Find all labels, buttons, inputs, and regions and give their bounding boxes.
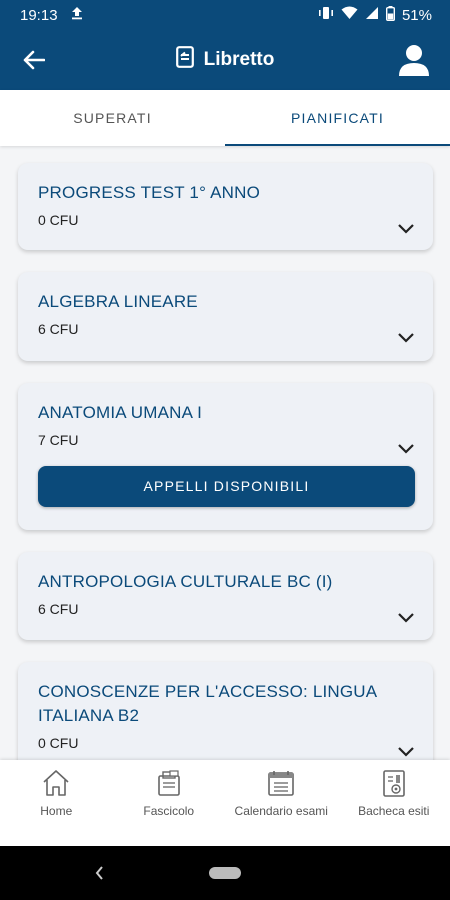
course-title: ANATOMIA UMANA I [38, 403, 203, 422]
course-cfu: 0 CFU [38, 212, 79, 228]
course-title: ANTROPOLOGIA CULTURALE BC (I) [38, 572, 333, 591]
appelli-disponibili-button[interactable]: APPELLI DISPONIBILI [38, 466, 415, 507]
course-cfu: 0 CFU [38, 735, 79, 751]
course-card[interactable]: ANTROPOLOGIA CULTURALE BC (I) 6 CFU [18, 552, 433, 640]
results-board-icon [382, 770, 405, 797]
course-card[interactable]: CONOSCENZE PER L'ACCESSO: LINGUA ITALIAN… [18, 662, 433, 760]
chevron-down-icon[interactable] [397, 612, 415, 624]
course-cfu: 7 CFU [38, 432, 79, 448]
course-card[interactable]: ALGEBRA LINEARE 6 CFU [18, 272, 433, 361]
course-card[interactable]: ANATOMIA UMANA I 7 CFU APPELLI DISPONIBI… [18, 383, 433, 530]
status-bar: 19:13 51% [0, 0, 450, 30]
back-button[interactable] [18, 44, 50, 76]
system-nav-bar [0, 846, 450, 900]
course-cfu: 6 CFU [38, 601, 79, 617]
course-cfu: 6 CFU [38, 321, 79, 337]
nav-home[interactable]: Home [0, 760, 113, 846]
nav-fascicolo-label: Fascicolo [143, 804, 195, 818]
app-bar: Libretto [0, 30, 450, 90]
course-list: PROGRESS TEST 1° ANNO 0 CFU ALGEBRA LINE… [0, 146, 450, 760]
nav-fascicolo[interactable]: Fascicolo [113, 760, 226, 846]
chevron-down-icon[interactable] [397, 332, 415, 344]
tab-pianificati[interactable]: PIANIFICATI [225, 90, 450, 146]
battery-percent: 51% [401, 6, 432, 24]
chevron-down-icon[interactable] [397, 746, 415, 758]
booklet-icon [175, 46, 194, 74]
chevron-down-icon[interactable] [397, 223, 415, 235]
folder-icon [157, 770, 180, 796]
course-card[interactable]: PROGRESS TEST 1° ANNO 0 CFU [18, 163, 433, 250]
course-title: PROGRESS TEST 1° ANNO [38, 183, 260, 202]
vibrate-icon [318, 6, 334, 24]
nav-bacheca-label: Bacheca esiti [358, 804, 430, 818]
system-home-button[interactable] [209, 867, 241, 879]
course-title: CONOSCENZE PER L'ACCESSO: LINGUA ITALIAN… [38, 682, 377, 725]
page-title: Libretto [203, 49, 275, 70]
wifi-icon [341, 6, 358, 24]
nav-home-label: Home [40, 804, 73, 818]
profile-button[interactable] [396, 42, 432, 78]
nav-bacheca-esiti[interactable]: Bacheca esiti [338, 760, 450, 846]
system-back-icon[interactable] [93, 864, 105, 882]
arrow-left-icon [23, 50, 45, 70]
course-title: ALGEBRA LINEARE [38, 292, 198, 311]
nav-calendario-label: Calendario esami [234, 804, 328, 818]
tab-superati[interactable]: SUPERATI [0, 90, 225, 146]
signal-icon [365, 6, 379, 24]
status-time: 19:13 [20, 6, 58, 24]
chevron-down-icon[interactable] [397, 443, 415, 455]
tab-bar: SUPERATI PIANIFICATI [0, 90, 450, 146]
home-icon [43, 770, 69, 796]
calendar-icon [268, 771, 295, 796]
upload-icon [70, 6, 84, 24]
battery-icon [385, 5, 395, 25]
user-icon [399, 45, 429, 76]
bottom-nav: Home Fascicolo Calendario esami Bacheca … [0, 760, 450, 846]
nav-calendario-esami[interactable]: Calendario esami [225, 760, 338, 846]
